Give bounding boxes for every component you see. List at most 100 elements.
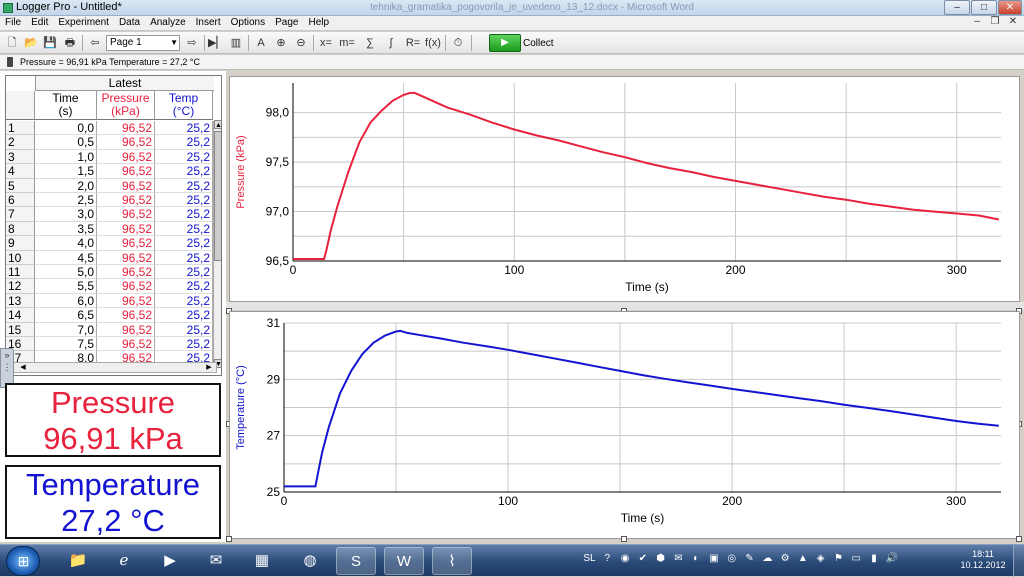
row-number[interactable]: 10 xyxy=(6,250,35,265)
pressure-cell[interactable]: 96,52 xyxy=(97,279,155,294)
row-number[interactable]: 6 xyxy=(6,193,35,208)
maximize-button[interactable]: □ xyxy=(971,0,997,15)
pressure-cell[interactable]: 96,52 xyxy=(97,236,155,251)
time-cell[interactable]: 0,5 xyxy=(35,135,97,150)
next-page-icon[interactable]: ⇨ xyxy=(184,35,200,51)
temp-cell[interactable]: 25,2 xyxy=(155,221,213,237)
pressure-cell[interactable]: 96,52 xyxy=(97,221,155,237)
page-panel-toggle[interactable]: » ⋮ xyxy=(0,348,14,388)
pressure-cell[interactable]: 96,52 xyxy=(97,121,155,136)
tray-icon[interactable]: ⚑ xyxy=(831,553,846,564)
row-number[interactable]: 8 xyxy=(6,221,35,237)
zoom-out-icon[interactable]: ⊖ xyxy=(293,35,309,51)
open-folder-icon[interactable]: 📂 xyxy=(23,35,39,51)
logger-pro-taskbar-icon[interactable]: ⌇ xyxy=(432,547,472,575)
firefox-taskbar-icon[interactable]: ◍ xyxy=(290,547,330,575)
scrollbar-thumb[interactable] xyxy=(214,131,221,261)
statistics-icon[interactable]: ∑ xyxy=(362,35,378,51)
volume-icon[interactable]: 🔊 xyxy=(884,553,899,564)
resize-handle[interactable] xyxy=(621,536,627,542)
menu-insert[interactable]: Insert xyxy=(191,16,226,28)
pressure-cell[interactable]: 96,52 xyxy=(97,164,155,179)
temp-cell[interactable]: 25,2 xyxy=(155,178,213,193)
tray-icon[interactable]: ✉ xyxy=(671,553,686,564)
time-cell[interactable]: 6,0 xyxy=(35,293,97,309)
temp-cell[interactable]: 25,2 xyxy=(155,279,213,294)
temp-cell[interactable]: 25,2 xyxy=(155,135,213,150)
pressure-graph[interactable]: 0 100 200 300 96,5 97,0 97,5 98,0 Time (s) Pressu… xyxy=(229,76,1020,302)
save-icon[interactable]: 💾 xyxy=(42,35,58,51)
temp-cell[interactable]: 25,2 xyxy=(155,308,213,323)
row-number[interactable]: 14 xyxy=(6,308,35,323)
time-cell[interactable]: 2,0 xyxy=(35,178,97,193)
clock[interactable]: 18:11 10.12.2012 xyxy=(958,549,1008,571)
pressure-cell[interactable]: 96,52 xyxy=(97,135,155,150)
tray-icon[interactable]: ◐ xyxy=(689,553,704,564)
new-file-icon[interactable]: 🗋 xyxy=(4,35,20,51)
time-cell[interactable]: 5,5 xyxy=(35,279,97,294)
collect-label[interactable]: Collect xyxy=(523,38,554,49)
tray-icon[interactable]: ✎ xyxy=(742,553,757,564)
print-icon[interactable]: 🖶 xyxy=(62,35,78,51)
time-cell[interactable]: 3,5 xyxy=(35,221,97,237)
scroll-right-icon[interactable]: ▶ xyxy=(204,363,214,372)
pressure-cell[interactable]: 96,52 xyxy=(97,149,155,165)
internet-explorer-taskbar-icon[interactable]: ℯ xyxy=(104,547,144,575)
battery-icon[interactable]: ▭ xyxy=(849,553,864,564)
column-header-temp[interactable]: Temp (°C) xyxy=(155,91,213,120)
scroll-up-icon[interactable]: ▲ xyxy=(214,120,221,129)
temperature-graph[interactable]: 0 100 200 300 25 27 29 31 Time (s) Temperature (°… xyxy=(229,311,1020,539)
temp-cell[interactable]: 25,2 xyxy=(155,149,213,165)
temp-cell[interactable]: 25,2 xyxy=(155,164,213,179)
time-cell[interactable]: 0,0 xyxy=(35,121,97,136)
autoscale-icon[interactable]: A xyxy=(253,35,269,51)
menu-analyze[interactable]: Analyze xyxy=(145,16,191,28)
data-collection-settings-icon[interactable]: ⏱ xyxy=(450,35,466,51)
column-header-time[interactable]: Time (s) xyxy=(35,91,97,120)
menu-data[interactable]: Data xyxy=(114,16,145,28)
pressure-cell[interactable]: 96,52 xyxy=(97,308,155,323)
examine-icon[interactable]: x= xyxy=(318,35,334,51)
pressure-meter[interactable]: Pressure 96,91 kPa xyxy=(5,383,221,457)
integral-icon[interactable]: ∫ xyxy=(383,35,399,51)
menu-help[interactable]: Help xyxy=(303,16,334,28)
row-number[interactable]: 13 xyxy=(6,293,35,309)
temperature-meter[interactable]: Temperature 27,2 °C xyxy=(5,465,221,539)
pressure-cell[interactable]: 96,52 xyxy=(97,193,155,208)
time-cell[interactable]: 4,5 xyxy=(35,250,97,265)
pressure-cell[interactable]: 96,52 xyxy=(97,265,155,280)
linear-fit-icon[interactable]: R= xyxy=(405,35,421,51)
tray-icon[interactable]: ▲ xyxy=(795,553,810,564)
tray-icon[interactable]: ☁ xyxy=(760,553,775,564)
column-header-pressure[interactable]: Pressure (kPa) xyxy=(97,91,155,120)
pressure-cell[interactable]: 96,52 xyxy=(97,250,155,265)
row-number[interactable]: 7 xyxy=(6,207,35,222)
row-number[interactable]: 4 xyxy=(6,164,35,179)
menu-edit[interactable]: Edit xyxy=(26,16,53,28)
collect-button[interactable]: ▶ xyxy=(489,34,521,52)
menu-options[interactable]: Options xyxy=(226,16,270,28)
menu-file[interactable]: File xyxy=(0,16,26,28)
zoom-in-icon[interactable]: ⊕ xyxy=(273,35,289,51)
outlook-taskbar-icon[interactable]: ✉ xyxy=(196,547,236,575)
doc-close-icon[interactable]: ✕ xyxy=(1004,16,1022,30)
help-tray-icon[interactable]: ? xyxy=(600,553,615,564)
temp-cell[interactable]: 25,2 xyxy=(155,265,213,280)
network-icon[interactable]: ▮ xyxy=(867,553,882,564)
tray-icon[interactable]: ✔ xyxy=(635,553,650,564)
skype-taskbar-icon[interactable]: S xyxy=(336,547,376,575)
tray-icon[interactable]: ⬢ xyxy=(653,553,668,564)
minimize-button[interactable]: – xyxy=(944,0,970,15)
time-cell[interactable]: 7,0 xyxy=(35,322,97,337)
time-cell[interactable]: 5,0 xyxy=(35,265,97,280)
time-cell[interactable]: 7,5 xyxy=(35,337,97,352)
pressure-cell[interactable]: 96,52 xyxy=(97,207,155,222)
row-number[interactable]: 9 xyxy=(6,236,35,251)
temp-cell[interactable]: 25,2 xyxy=(155,236,213,251)
temp-cell[interactable]: 25,2 xyxy=(155,322,213,337)
language-indicator[interactable]: SL xyxy=(582,553,597,564)
curve-fit-icon[interactable]: f(x) xyxy=(425,35,441,51)
tangent-icon[interactable]: m= xyxy=(339,35,355,51)
start-button[interactable]: ⊞ xyxy=(6,546,40,576)
temp-cell[interactable]: 25,2 xyxy=(155,207,213,222)
